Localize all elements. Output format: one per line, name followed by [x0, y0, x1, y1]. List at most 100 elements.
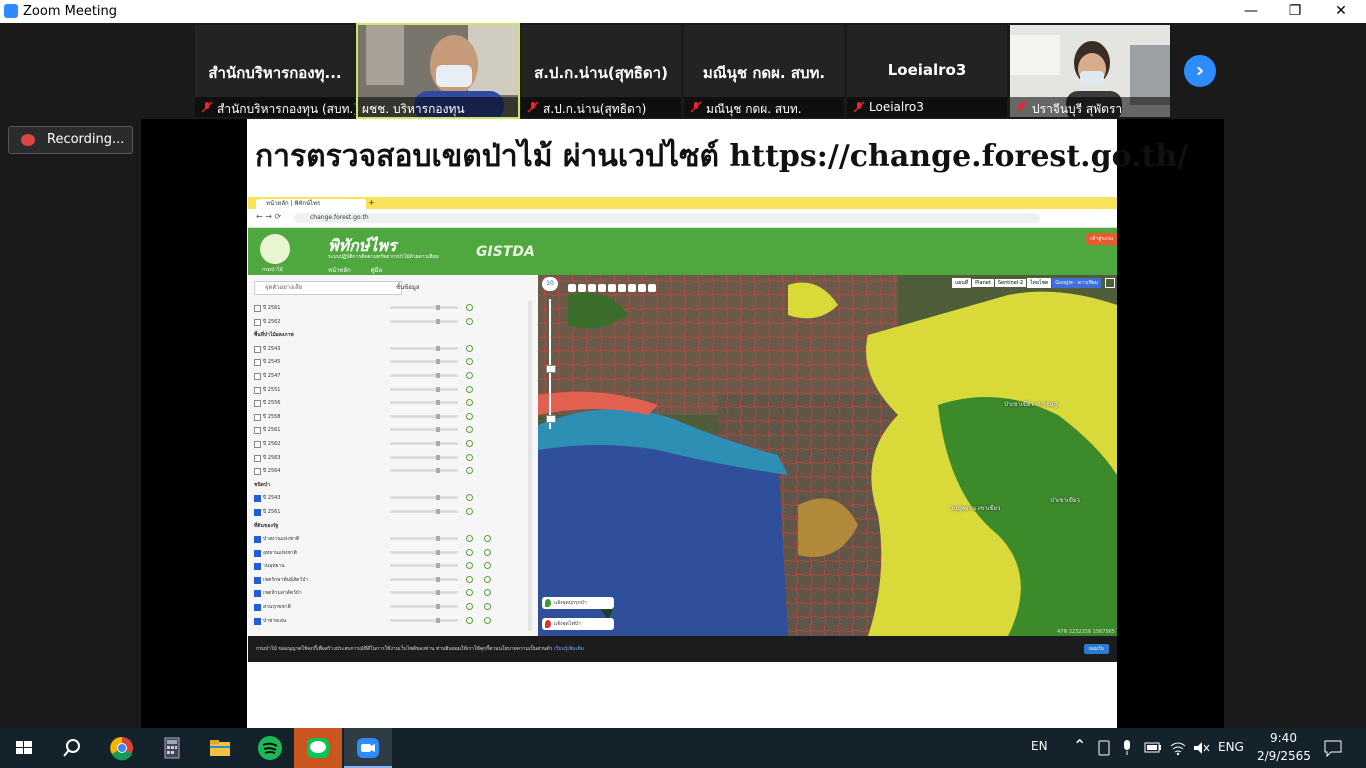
file-explorer-icon[interactable]: [206, 734, 234, 762]
layer-checkbox: [254, 576, 261, 584]
layer-checkbox: [254, 590, 261, 598]
help-icon: [466, 575, 473, 583]
layer-checkbox: [254, 495, 261, 503]
windows-start-icon[interactable]: [10, 734, 38, 762]
opacity-slider: [390, 495, 458, 501]
site-nav: หน้าหลัก คู่มือ: [328, 265, 400, 276]
layer-checkbox: [254, 604, 261, 612]
participant-gallery: สำนักบริหารกองทุ... สำนักบริหารกองทุน (ส…: [0, 23, 1366, 119]
search-icon[interactable]: [58, 734, 86, 762]
participant-name: สำนักบริหารกองทุน (สบท.): [217, 102, 355, 116]
notification-center-icon[interactable]: [1323, 739, 1343, 757]
basemap-switcher: แผนที่ Planet Sentinel-2 ไทยโชต Google - ดาว…: [951, 278, 1101, 288]
keyboard-layout[interactable]: ENG: [1218, 740, 1244, 754]
recording-indicator[interactable]: Recording...: [8, 126, 133, 154]
layer-row: ปี 2551: [248, 383, 532, 397]
map-tool-icon: [618, 284, 626, 292]
green-pin-icon: [545, 599, 551, 607]
layer-row: ป่าสงวนแห่งชาติ: [248, 532, 532, 546]
muted-mic-icon: [201, 101, 213, 113]
recording-label: Recording...: [47, 132, 125, 147]
participant-name-bar: ผชช. บริหารกองทุน: [358, 97, 518, 117]
opacity-slider: [390, 508, 458, 514]
restore-button[interactable]: ❐: [1272, 0, 1318, 23]
report-encroachment-button: แจ้งจุดบุกรุกป่า: [542, 597, 614, 609]
tablet-icon[interactable]: [1097, 740, 1111, 756]
layer-label: เขตรักษาพันธุ์สัตว์ป่า: [263, 576, 309, 583]
red-pin-icon: [545, 620, 551, 628]
login-button: เข้าสู่ระบบ: [1086, 233, 1117, 245]
map-tool-icon: [588, 284, 596, 292]
close-button[interactable]: ✕: [1318, 0, 1364, 23]
layer-checkbox: [254, 427, 261, 435]
opacity-slider: [390, 454, 458, 460]
participant-tile[interactable]: สำนักบริหารกองทุ... สำนักบริหารกองทุน (ส…: [195, 25, 355, 117]
layer-checkbox: [254, 440, 261, 448]
microphone-icon[interactable]: [1121, 740, 1133, 756]
forest-dept-logo: [260, 234, 290, 264]
chrome-icon[interactable]: [108, 734, 136, 762]
participant-tile-video[interactable]: ผชช. บริหารกองทุน: [356, 23, 520, 119]
calculator-icon[interactable]: [158, 734, 186, 762]
layer-row: ปี 2561: [248, 301, 532, 315]
participant-tile-video[interactable]: ปราจีนบุรี สุพัตรา: [1010, 25, 1170, 117]
layer-checkbox: [254, 386, 261, 394]
layer-row: ปี 2564: [248, 464, 532, 478]
participant-name: มณีนุช กดผ. สบท.: [706, 102, 802, 116]
zoom-taskbar-icon[interactable]: [354, 734, 382, 762]
layer-row: วนอุทยาน: [248, 559, 532, 573]
participant-big-name: สำนักบริหารกองทุ...: [208, 64, 342, 82]
layer-list: ปี 2561 ปี 2562 พื้นที่ป่าไม้ผลงภาพปี 2543…: [248, 301, 532, 627]
layer-label: ปี 2561: [263, 427, 281, 434]
opacity-slider: [390, 372, 458, 378]
info-icon: [484, 548, 491, 556]
layer-checkbox: [254, 617, 261, 625]
show-hidden-icons-icon[interactable]: ⌃: [1073, 736, 1086, 755]
opacity-slider: [390, 305, 458, 310]
wifi-icon[interactable]: [1169, 740, 1187, 756]
opacity-slider: [390, 576, 458, 582]
layer-row: สวนรุกขชาติ: [248, 600, 532, 614]
cookie-accept-button: ยอมรับ: [1083, 644, 1109, 654]
participant-name-bar: ปราจีนบุรี สุพัตรา: [1010, 97, 1170, 117]
layer-label: ปี 2551: [263, 386, 281, 393]
browser-address-bar: ← → ⟳ change.forest.go.th: [248, 209, 1117, 228]
battery-icon[interactable]: [1144, 742, 1162, 754]
participant-tile[interactable]: Loeialro3 Loeialro3: [847, 25, 1007, 117]
info-icon: [484, 535, 491, 543]
volume-muted-icon[interactable]: [1192, 740, 1210, 756]
opacity-slider: [390, 563, 458, 569]
participant-name-bar: Loeialro3: [847, 97, 1007, 117]
language-indicator[interactable]: EN: [1031, 739, 1048, 753]
participant-tile[interactable]: ส.ป.ก.น่าน(สุทธิดา) ส.ป.ก.น่าน(สุทธิดา): [521, 25, 681, 117]
layer-label: ปี 2543: [263, 345, 281, 352]
basemap-option: แผนที่: [952, 278, 972, 288]
info-icon: [484, 589, 491, 597]
layer-checkbox: [254, 468, 261, 476]
recording-cloud-icon: [21, 134, 35, 146]
participant-big-name: มณีนุช กดผ. สบท.: [702, 64, 826, 82]
help-icon: [466, 453, 473, 461]
map-toolbar: [568, 277, 658, 296]
map-place-label: วนอุทยาน เขาเขียว: [950, 505, 1001, 512]
spotify-icon[interactable]: [256, 734, 284, 762]
line-app-icon[interactable]: [304, 734, 332, 762]
minimize-button[interactable]: —: [1228, 0, 1274, 23]
next-page-button[interactable]: ›: [1184, 55, 1216, 87]
clock-date[interactable]: 2/9/2565: [1257, 749, 1311, 763]
opacity-slider: [390, 604, 458, 610]
layer-checkbox: [254, 563, 261, 571]
layer-row: ปี 2558: [248, 410, 532, 424]
layer-label: ปี 2562: [263, 318, 281, 325]
clock-time[interactable]: 9:40: [1270, 731, 1297, 745]
layer-checkbox: [254, 536, 261, 544]
opacity-slider: [390, 617, 458, 623]
basemap-option-selected: Google - ดาวเทียม: [1052, 278, 1101, 288]
participant-name: ส.ป.ก.น่าน(สุทธิดา): [543, 102, 647, 116]
layer-label: พื้นที่ป่าไม้ผลงภาพ: [254, 332, 294, 339]
help-icon: [466, 548, 473, 556]
layer-checkbox: [254, 318, 261, 326]
layer-checkbox: [254, 508, 261, 516]
participant-tile[interactable]: มณีนุช กดผ. สบท. มณีนุช กดผ. สบท.: [684, 25, 844, 117]
layer-row: อุทยานแห่งชาติ: [248, 546, 532, 560]
